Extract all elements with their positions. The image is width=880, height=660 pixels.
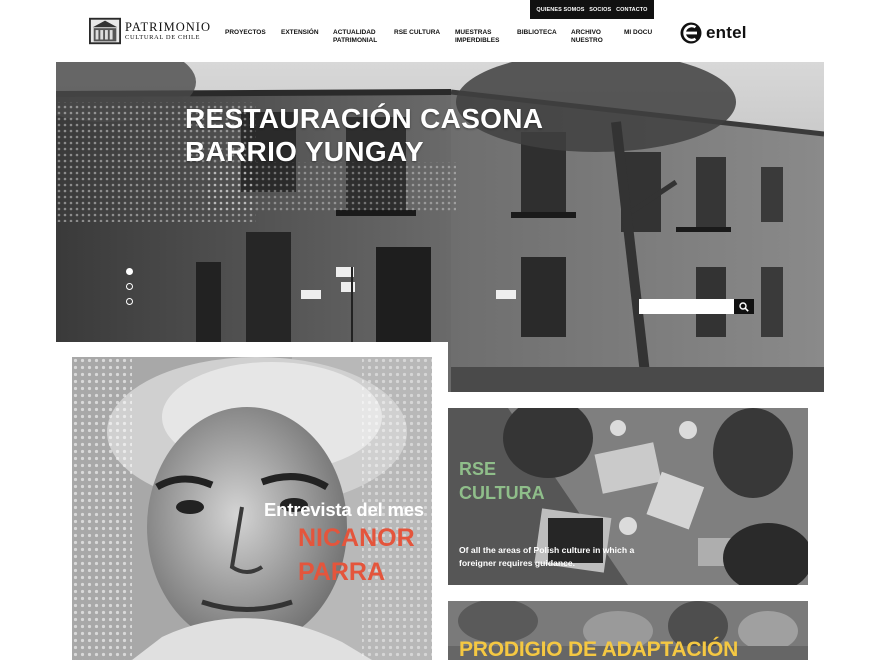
hero-title-line-2: BARRIO YUNGAY bbox=[185, 136, 424, 167]
nav-label: MI DOCU bbox=[624, 29, 653, 36]
interview-kicker: Entrevista del mes bbox=[264, 499, 424, 520]
nav-label: PROYECTOS bbox=[225, 29, 266, 36]
search-button[interactable] bbox=[734, 299, 754, 314]
search-box bbox=[639, 299, 754, 314]
hero-title-line-1: RESTAURACIÓN CASONA bbox=[185, 103, 544, 134]
contacto-link[interactable]: CONTACTO bbox=[616, 7, 647, 13]
site-logo[interactable]: PATRIMONIO CULTURAL DE CHILE bbox=[89, 17, 211, 45]
rse-title: RSE CULTURA bbox=[459, 457, 545, 505]
nav-label: ARCHIVO bbox=[571, 29, 601, 36]
nav-proyectos[interactable]: PROYECTOS bbox=[225, 29, 266, 37]
entel-sponsor-logo[interactable]: entel bbox=[680, 22, 747, 44]
rse-cultura-card[interactable]: RSE CULTURA Of all the areas of Polish c… bbox=[448, 408, 808, 585]
interview-feature-card[interactable]: Entrevista del mes NICANOR PARRA bbox=[72, 357, 432, 660]
person-first-name: NICANOR bbox=[298, 524, 415, 552]
nav-label: MUESTRAS bbox=[455, 29, 492, 36]
nav-label: RSE CULTURA bbox=[394, 29, 441, 36]
socios-link[interactable]: SOCIOS bbox=[589, 7, 611, 13]
nav-label: EXTENSIÓN bbox=[281, 29, 319, 36]
search-icon bbox=[739, 301, 749, 312]
slider-dot-1[interactable] bbox=[126, 268, 133, 275]
nav-label-line2: PATRIMONIAL bbox=[333, 37, 378, 44]
entel-logo-icon bbox=[680, 22, 702, 44]
top-utility-bar: QUIENES SOMOS SOCIOS CONTACTO bbox=[530, 0, 654, 19]
rse-description: Of all the areas of Polish culture in wh… bbox=[459, 545, 635, 568]
rse-title-line-1: RSE bbox=[459, 459, 497, 479]
logo-line-2: CULTURAL DE CHILE bbox=[125, 34, 201, 41]
interview-person-name: NICANOR PARRA bbox=[298, 521, 415, 589]
nav-rse-cultura[interactable]: RSE CULTURA bbox=[394, 29, 440, 37]
logo-line-1: PATRIMONIO bbox=[125, 19, 211, 34]
nav-label: BIBLIOTECA bbox=[517, 29, 557, 36]
nav-label-line2: IMPERDIBLES bbox=[455, 37, 500, 44]
nav-label: ACTUALIDAD bbox=[333, 29, 376, 36]
rse-title-line-2: CULTURA bbox=[459, 483, 545, 503]
search-input[interactable] bbox=[639, 299, 734, 314]
prodigio-title: PRODIGIO DE ADAPTACIÓN bbox=[459, 638, 739, 660]
nav-muestras-imperdibles[interactable]: MUESTRAS IMPERDIBLES bbox=[455, 29, 499, 45]
prodigio-card[interactable]: PRODIGIO DE ADAPTACIÓN bbox=[448, 601, 808, 660]
nav-label-line2: NUESTRO bbox=[571, 37, 603, 44]
nav-mi-docu[interactable]: MI DOCU bbox=[624, 29, 652, 37]
person-last-name: PARRA bbox=[298, 558, 386, 586]
slider-dot-3[interactable] bbox=[126, 298, 133, 305]
building-logo-icon bbox=[89, 17, 122, 45]
nav-biblioteca[interactable]: BIBLIOTECA bbox=[517, 29, 557, 37]
entel-wordmark: entel bbox=[706, 23, 747, 42]
nav-actualidad-patrimonial[interactable]: ACTUALIDAD PATRIMONIAL bbox=[333, 29, 377, 45]
quienes-somos-link[interactable]: QUIENES SOMOS bbox=[536, 7, 584, 13]
nav-archivo-nuestro[interactable]: ARCHIVO NUESTRO bbox=[571, 29, 603, 45]
hero-title[interactable]: RESTAURACIÓN CASONA BARRIO YUNGAY bbox=[185, 102, 543, 168]
nav-extension[interactable]: EXTENSIÓN bbox=[281, 29, 319, 37]
logo-wordmark: PATRIMONIO CULTURAL DE CHILE bbox=[125, 19, 211, 42]
slider-dot-2[interactable] bbox=[126, 283, 133, 290]
